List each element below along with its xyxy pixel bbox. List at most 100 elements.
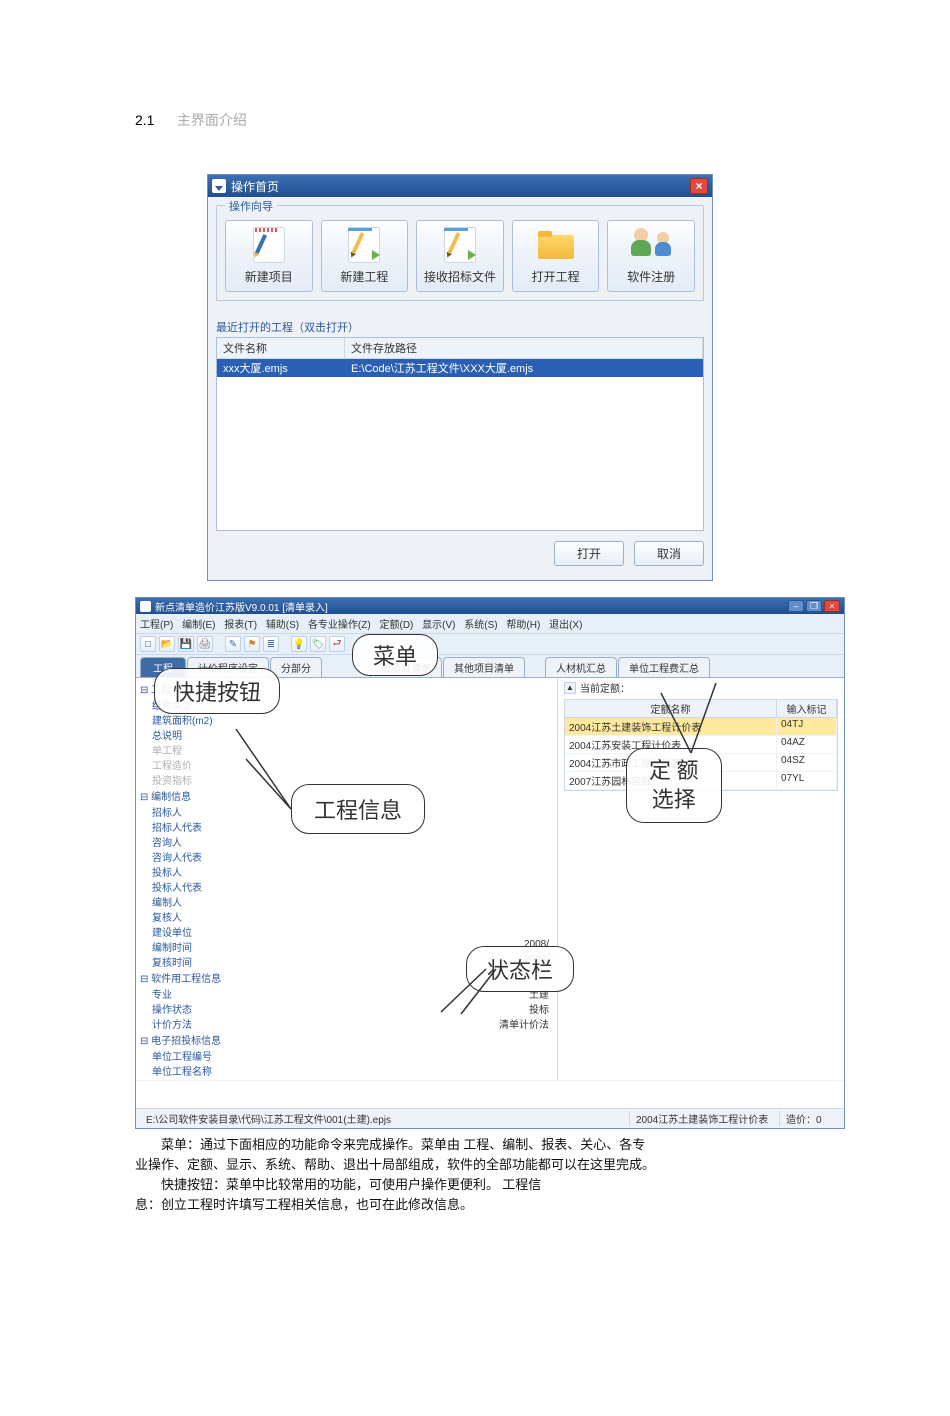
- tree-item[interactable]: 咨询人代表: [136, 849, 557, 864]
- tab-unitcost[interactable]: 单位工程费汇总: [618, 657, 710, 677]
- tree-item[interactable]: 投标人代表: [136, 879, 557, 894]
- status-price: 造价：0: [780, 1111, 840, 1126]
- status-bar: E:\公司软件安装目录\代码\江苏工程文件\001(土建).epjs 2004江…: [136, 1108, 844, 1128]
- status-quota: 2004江苏土建装饰工程计价表: [630, 1111, 780, 1126]
- right-panel: ▲ 当前定额： 定额名称 输入标记 2004江苏土建装饰工程计价表04TJ 20…: [558, 678, 844, 1080]
- tree-item: 工程造价: [136, 757, 557, 772]
- tree-group[interactable]: ⊟ 编制信息: [136, 787, 557, 804]
- menubar: 工程(P) 编制(E) 报表(T) 辅助(S) 各专业操作(Z) 定额(D) 显…: [136, 614, 844, 633]
- tree-item[interactable]: 复核人: [136, 909, 557, 924]
- quota-table: 定额名称 输入标记 2004江苏土建装饰工程计价表04TJ 2004江苏安装工程…: [564, 699, 838, 791]
- tb-exit-icon[interactable]: ⮐: [329, 636, 345, 652]
- scroll-up-icon[interactable]: ▲: [564, 682, 576, 694]
- tree-group[interactable]: ⊟ 工程: [136, 680, 557, 697]
- tree-row[interactable]: 专业土建: [136, 986, 557, 1001]
- app-window: 新点清单造价江苏版V9.0.01 [清单录入] ‒ ❐ × 工程(P) 编制(E…: [135, 597, 845, 1129]
- tree-row[interactable]: 计价方法清单计价法: [136, 1016, 557, 1031]
- recent-header: 文件名称 文件存放路径: [217, 338, 703, 359]
- register-label: 软件注册: [627, 268, 675, 285]
- users-icon: [631, 226, 671, 264]
- new-project-button[interactable]: 新建项目: [225, 220, 313, 292]
- tb-open-icon[interactable]: 📂: [159, 636, 175, 652]
- tree-item[interactable]: 咨询人: [136, 834, 557, 849]
- status-path: E:\公司软件安装目录\代码\江苏工程文件\001(土建).epjs: [140, 1111, 630, 1126]
- tree-item[interactable]: 招标人代表: [136, 819, 557, 834]
- close-app-icon[interactable]: ×: [824, 600, 840, 612]
- tb-print-icon[interactable]: 🖨: [197, 636, 213, 652]
- app-small-icon: [140, 601, 151, 612]
- wizard-legend: 操作向导: [225, 198, 277, 214]
- menu-item[interactable]: 系统(S): [464, 620, 497, 631]
- tb-new-icon[interactable]: □: [140, 636, 156, 652]
- menu-item[interactable]: 工程(P): [140, 620, 173, 631]
- maximize-icon[interactable]: ❐: [806, 600, 822, 612]
- menu-item[interactable]: 编制(E): [182, 620, 215, 631]
- description-text: 菜单：通过下面相应的功能命令来完成操作。菜单由 工程、编制、报表、关心、各专 业…: [135, 1135, 815, 1216]
- new-proj-label: 新建工程: [340, 268, 388, 285]
- folder-icon: [536, 226, 576, 264]
- tree-item[interactable]: 建设单位: [136, 924, 557, 939]
- tree-item[interactable]: 单位工程编号: [136, 1048, 557, 1063]
- home-dialog: 操作首页 × 操作向导 新建项目 新建工程 接收招标文件: [207, 174, 713, 581]
- tab-project[interactable]: 工程: [140, 657, 186, 677]
- tree-row[interactable]: 操作状态投标: [136, 1001, 557, 1016]
- menu-item[interactable]: 辅助(S): [266, 620, 299, 631]
- quota-row[interactable]: 2004江苏土建装饰工程计价表04TJ: [565, 718, 837, 736]
- left-panel: ⊟ 工程 结构类型 建筑面积(m2) 总说明 单工程 工程造价 投资指标 ⊟ 编…: [136, 678, 558, 1080]
- quota-row[interactable]: 2007江苏园林定额07YL: [565, 772, 837, 790]
- tab-pricing[interactable]: 计价程序设定: [187, 657, 269, 677]
- cancel-button[interactable]: 取消: [634, 541, 704, 566]
- quota-row[interactable]: 2004江苏市政工程计价表04SZ: [565, 754, 837, 772]
- open-proj-button[interactable]: 打开工程: [512, 220, 600, 292]
- menu-item[interactable]: 退出(X): [549, 620, 582, 631]
- recent-table[interactable]: 文件名称 文件存放路径 xxx大厦.emjs E:\Code\江苏工程文件\XX…: [216, 337, 704, 531]
- tree-item[interactable]: 建筑面积(m2): [136, 712, 557, 727]
- app-titlebar: 新点清单造价江苏版V9.0.01 [清单录入] ‒ ❐ ×: [136, 598, 844, 614]
- register-button[interactable]: 软件注册: [607, 220, 695, 292]
- tree-group[interactable]: ⊟ 软件用工程信息: [136, 969, 557, 986]
- new-proj-button[interactable]: 新建工程: [321, 220, 409, 292]
- open-button[interactable]: 打开: [554, 541, 624, 566]
- menu-item[interactable]: 报表(T): [224, 620, 257, 631]
- tree-row[interactable]: 编制时间2008/: [136, 939, 557, 954]
- col-quota-name: 定额名称: [565, 700, 777, 717]
- tree-item[interactable]: 单位工程名称: [136, 1063, 557, 1078]
- dialog-title: 操作首页: [231, 178, 279, 195]
- paper2-icon: [440, 226, 480, 264]
- tb-list-icon[interactable]: ≣: [263, 636, 279, 652]
- quota-row[interactable]: 2004江苏安装工程计价表04AZ: [565, 736, 837, 754]
- recv-bid-button[interactable]: 接收招标文件: [416, 220, 504, 292]
- tab-material[interactable]: 人材机汇总: [545, 657, 617, 677]
- tree-item[interactable]: 结构类型: [136, 697, 557, 712]
- col-quota-code: 输入标记: [777, 700, 837, 717]
- tree-row[interactable]: 复核时间2008/: [136, 954, 557, 969]
- tb-save-icon[interactable]: 💾: [178, 636, 194, 652]
- recent-row[interactable]: xxx大厦.emjs E:\Code\江苏工程文件\XXX大厦.emjs: [217, 359, 703, 377]
- tab-otherlist[interactable]: 其他项目清单: [443, 657, 525, 677]
- minimize-icon[interactable]: ‒: [788, 600, 804, 612]
- tree-item: 投资指标: [136, 772, 557, 787]
- tree-group[interactable]: ⊟ 电子招投标信息: [136, 1031, 557, 1048]
- recent-row-path: E:\Code\江苏工程文件\XXX大厦.emjs: [345, 359, 703, 377]
- tree-item: 单工程: [136, 742, 557, 757]
- tree-item[interactable]: 总说明: [136, 727, 557, 742]
- menu-item[interactable]: 显示(V): [422, 620, 455, 631]
- tb-edit-icon[interactable]: ✎: [225, 636, 241, 652]
- tree-item[interactable]: 编制人: [136, 894, 557, 909]
- menu-item[interactable]: 帮助(H): [506, 620, 540, 631]
- tb-tag-icon[interactable]: 🏷: [310, 636, 326, 652]
- paper-icon: [344, 226, 384, 264]
- tree-item[interactable]: 投标人: [136, 864, 557, 879]
- tree-item[interactable]: 招标人: [136, 804, 557, 819]
- tab-part[interactable]: 分部分: [270, 657, 322, 677]
- tab-sublist[interactable]: 分项目清单: [370, 657, 442, 677]
- tabs: 工程 计价程序设定 分部分 分项目清单 其他项目清单 人材机汇总 单位工程费汇总: [136, 655, 844, 678]
- close-icon[interactable]: ×: [690, 178, 708, 194]
- tb-flag-icon[interactable]: ⚑: [244, 636, 260, 652]
- recv-bid-label: 接收招标文件: [424, 268, 496, 285]
- menu-item[interactable]: 各专业操作(Z): [308, 620, 371, 631]
- menu-item[interactable]: 定额(D): [380, 620, 414, 631]
- tb-bulb-icon[interactable]: 💡: [291, 636, 307, 652]
- new-project-label: 新建项目: [245, 268, 293, 285]
- section-number: 2.1: [135, 112, 154, 128]
